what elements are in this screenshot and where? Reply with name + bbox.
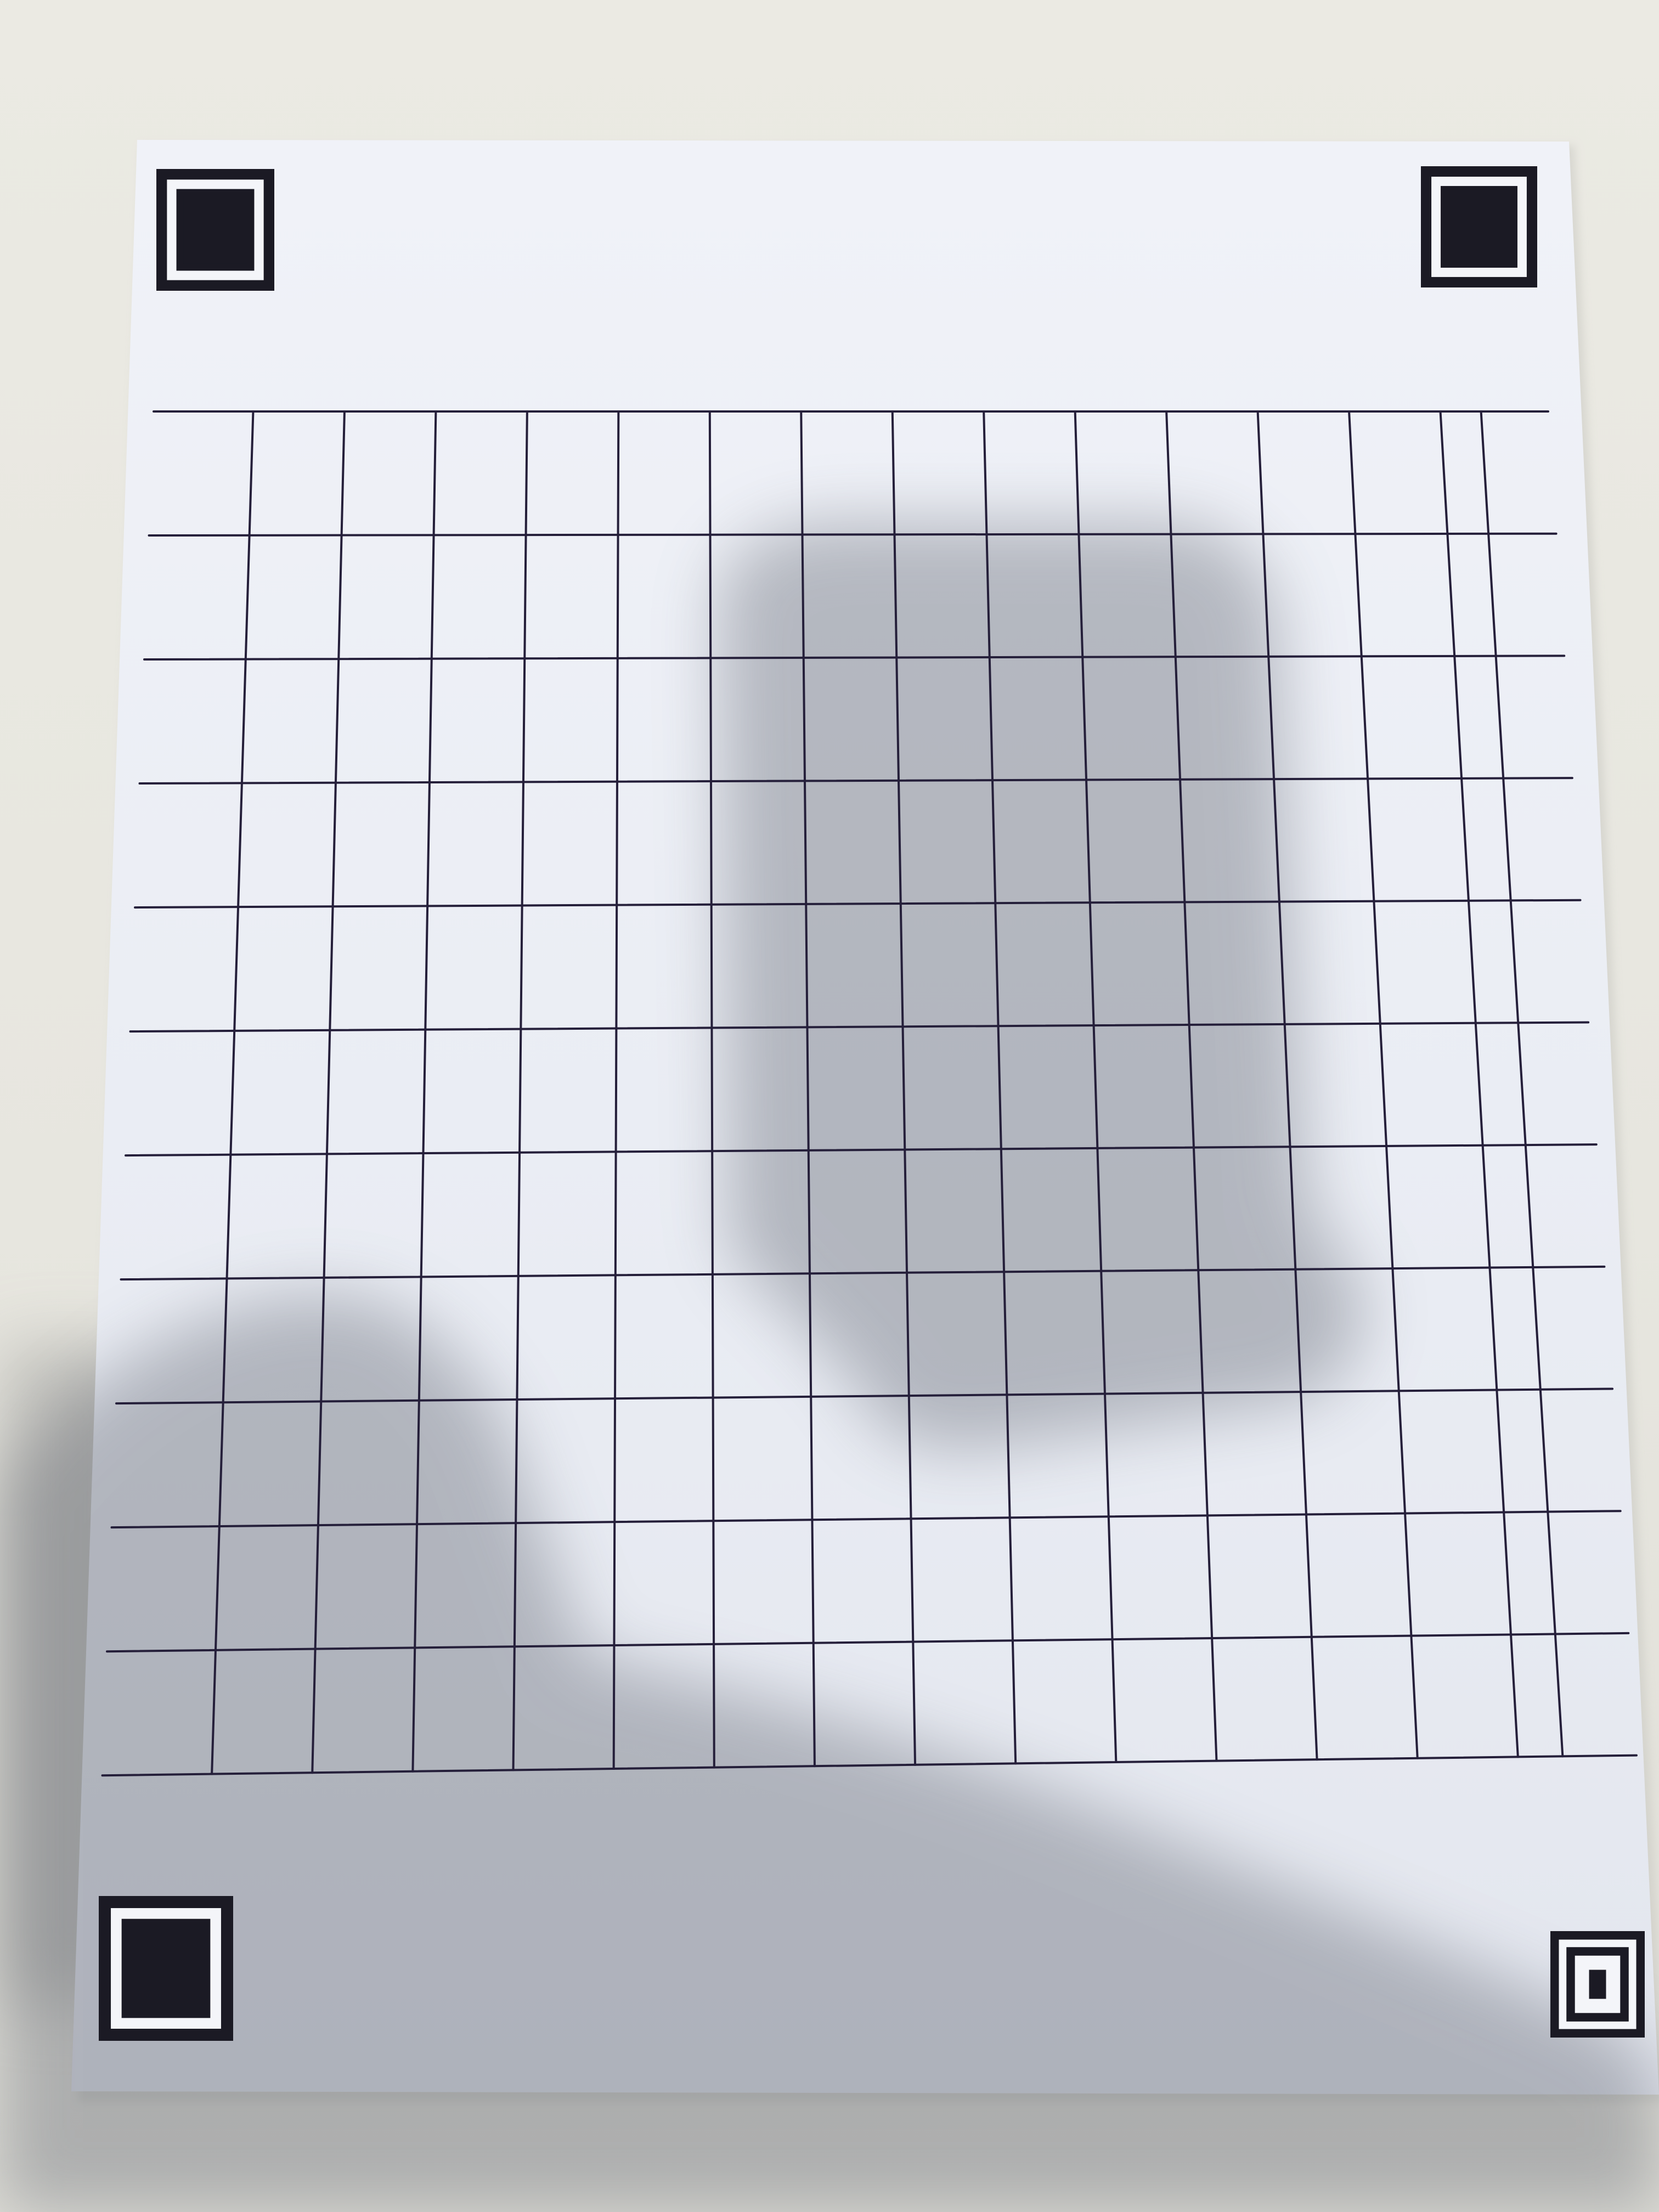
marker-bottom-left-center (129, 1927, 202, 2010)
marker-bottom-right-center (1589, 1970, 1606, 1999)
marker-top-left-center (183, 196, 247, 264)
photo-scene (0, 140, 1659, 2212)
marker-top-right-center (1447, 193, 1511, 261)
